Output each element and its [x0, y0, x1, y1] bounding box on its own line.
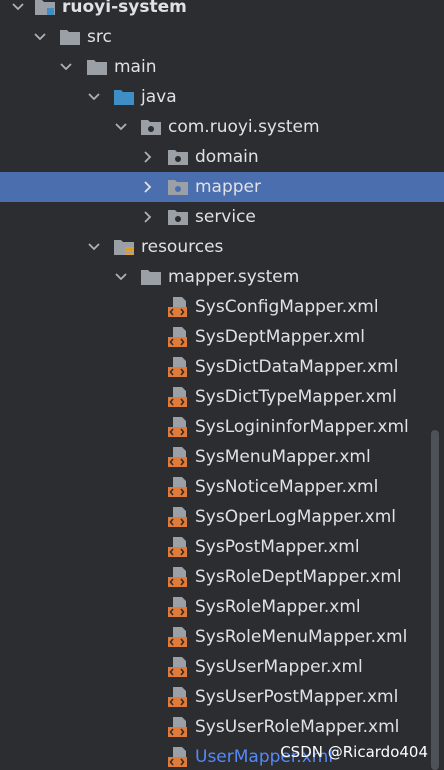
tree-file-xml[interactable]: SysConfigMapper.xml: [0, 292, 444, 322]
chevron-down-icon[interactable]: [86, 239, 102, 255]
tree-file-xml[interactable]: SysRoleMapper.xml: [0, 592, 444, 622]
tree-file-label: SysUserMapper.xml: [195, 657, 363, 677]
xml-file-icon: [167, 626, 189, 647]
tree-file-xml[interactable]: SysLogininforMapper.xml: [0, 412, 444, 442]
tree-file-xml[interactable]: SysRoleDeptMapper.xml: [0, 562, 444, 592]
tree-node-label: service: [195, 207, 256, 227]
xml-file-icon: [167, 296, 189, 317]
tree-file-label: SysUserPostMapper.xml: [195, 687, 399, 707]
tree-node-mapper[interactable]: mapper: [0, 172, 444, 202]
tree-file-label: SysRoleDeptMapper.xml: [195, 567, 402, 587]
tree-file-xml[interactable]: SysUserMapper.xml: [0, 652, 444, 682]
tree-file-label: SysConfigMapper.xml: [195, 297, 379, 317]
tree-file-xml[interactable]: SysDictTypeMapper.xml: [0, 382, 444, 412]
tree-file-label: SysMenuMapper.xml: [195, 447, 371, 467]
xml-file-icon: [167, 416, 189, 437]
tree-node-label: mapper: [195, 177, 262, 197]
xml-file-icon: [167, 476, 189, 497]
chevron-down-icon[interactable]: [10, 0, 26, 15]
chevron-down-icon[interactable]: [113, 119, 129, 135]
tree-node-label: domain: [195, 147, 259, 167]
tree-file-label: SysDeptMapper.xml: [195, 327, 366, 347]
tree-file-xml[interactable]: SysNoticeMapper.xml: [0, 472, 444, 502]
xml-file-icon: [167, 566, 189, 587]
xml-file-icon: [167, 506, 189, 527]
chevron-down-icon[interactable]: [86, 89, 102, 105]
xml-file-icon: [167, 326, 189, 347]
xml-file-icon: [167, 386, 189, 407]
tree-node-domain[interactable]: domain: [0, 142, 444, 172]
xml-file-icon: [167, 716, 189, 737]
tree-node-main[interactable]: main: [0, 52, 444, 82]
tree-node-src[interactable]: src: [0, 22, 444, 52]
chevron-right-icon[interactable]: [140, 149, 156, 165]
tree-node-label: java: [141, 87, 177, 107]
chevron-right-icon[interactable]: [140, 179, 156, 195]
package-folder-icon: [167, 177, 189, 197]
tree-file-xml[interactable]: SysUserPostMapper.xml: [0, 682, 444, 712]
tree-file-xml[interactable]: SysUserRoleMapper.xml: [0, 712, 444, 742]
folder-icon: [59, 27, 81, 47]
tree-file-label: SysLogininforMapper.xml: [195, 417, 409, 437]
tree-node-mapper-system[interactable]: mapper.system: [0, 262, 444, 292]
source-root-folder-icon: [113, 87, 135, 107]
vertical-scrollbar[interactable]: [431, 430, 439, 770]
tree-file-xml[interactable]: SysDeptMapper.xml: [0, 322, 444, 352]
tree-file-xml[interactable]: SysOperLogMapper.xml: [0, 502, 444, 532]
tree-file-label: SysNoticeMapper.xml: [195, 477, 379, 497]
tree-file-label: SysUserRoleMapper.xml: [195, 717, 400, 737]
tree-node-resources[interactable]: resources: [0, 232, 444, 262]
tree-file-xml[interactable]: SysDictDataMapper.xml: [0, 352, 444, 382]
tree-node-label: mapper.system: [168, 267, 300, 287]
tree-node-ruoyi-system[interactable]: ruoyi-system: [0, 0, 444, 22]
tree-file-xml[interactable]: SysRoleMenuMapper.xml: [0, 622, 444, 652]
tree-file-xml[interactable]: SysPostMapper.xml: [0, 532, 444, 562]
tree-node-label: ruoyi-system: [62, 0, 187, 17]
module-folder-icon: [34, 0, 56, 17]
xml-file-icon: [167, 536, 189, 557]
xml-file-icon: [167, 686, 189, 707]
package-folder-icon: [167, 207, 189, 227]
package-folder-icon: [140, 117, 162, 137]
chevron-down-icon[interactable]: [32, 29, 48, 45]
tree-file-label: SysDictTypeMapper.xml: [195, 387, 397, 407]
tree-file-xml[interactable]: SysMenuMapper.xml: [0, 442, 444, 472]
xml-file-icon: [167, 446, 189, 467]
tree-node-java[interactable]: java: [0, 82, 444, 112]
tree-file-label: SysRoleMapper.xml: [195, 597, 361, 617]
xml-file-icon: [167, 356, 189, 377]
tree-node-package[interactable]: com.ruoyi.system: [0, 112, 444, 142]
tree-file-label: SysDictDataMapper.xml: [195, 357, 399, 377]
chevron-down-icon[interactable]: [58, 59, 74, 75]
xml-file-icon: [167, 746, 189, 767]
watermark: CSDN @Ricardo404: [280, 743, 428, 761]
package-folder-icon: [167, 147, 189, 167]
folder-icon: [86, 57, 108, 77]
tree-file-label: SysOperLogMapper.xml: [195, 507, 396, 527]
xml-file-icon: [167, 656, 189, 677]
xml-file-icon: [167, 596, 189, 617]
folder-icon: [140, 267, 162, 287]
resources-folder-icon: [113, 237, 135, 257]
tree-node-label: com.ruoyi.system: [168, 117, 320, 137]
chevron-right-icon[interactable]: [140, 209, 156, 225]
tree-file-label: SysRoleMenuMapper.xml: [195, 627, 408, 647]
tree-node-label: resources: [141, 237, 224, 257]
tree-file-label: SysPostMapper.xml: [195, 537, 360, 557]
tree-node-service[interactable]: service: [0, 202, 444, 232]
tree-node-label: src: [87, 27, 112, 47]
chevron-down-icon[interactable]: [113, 269, 129, 285]
tree-node-label: main: [114, 57, 157, 77]
project-tree: ruoyi-system src main java com.ruoyi.sys…: [0, 0, 444, 770]
